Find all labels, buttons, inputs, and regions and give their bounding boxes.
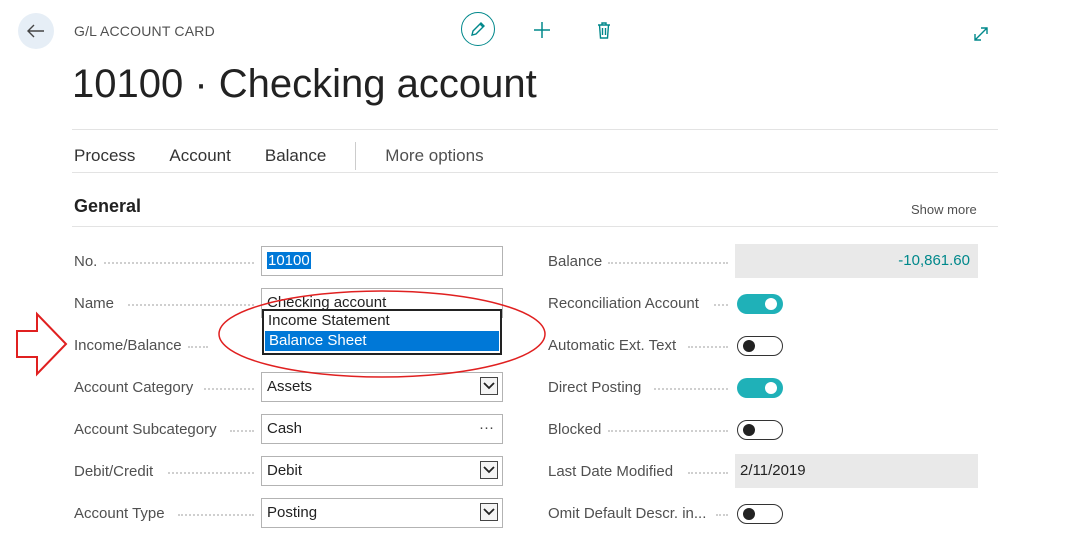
leader-dots — [204, 388, 254, 390]
toggle-knob — [743, 340, 755, 352]
leader-dots — [608, 430, 728, 432]
omit-default-descr-label: Omit Default Descr. in... — [548, 505, 707, 522]
toggle-knob — [765, 382, 777, 394]
lookup-ellipsis-icon[interactable]: ··· — [479, 419, 494, 436]
direct-posting-label: Direct Posting — [548, 379, 642, 396]
reconciliation-account-toggle[interactable] — [737, 294, 783, 314]
leader-dots — [608, 262, 728, 264]
last-date-modified-value: 2/11/2019 — [735, 454, 978, 488]
leader-dots — [230, 430, 254, 432]
plus-icon — [534, 22, 550, 38]
balance-value[interactable]: -10,861.60 — [735, 244, 978, 278]
debit-credit-select[interactable]: Debit — [261, 456, 503, 486]
divider — [72, 129, 998, 130]
balance-label: Balance — [548, 253, 603, 270]
blocked-toggle[interactable] — [737, 420, 783, 440]
account-subcategory-field[interactable]: Cash ··· — [261, 414, 503, 444]
no-label: No. — [74, 253, 98, 270]
leader-dots — [168, 472, 254, 474]
show-more-link[interactable]: Show more — [911, 202, 977, 217]
no-value: 10100 — [267, 252, 311, 269]
leader-dots — [654, 388, 728, 390]
leader-dots — [104, 262, 254, 264]
annotation-arrow-icon — [16, 311, 68, 377]
account-category-label: Account Category — [74, 379, 194, 396]
section-title[interactable]: General — [74, 196, 141, 217]
chevron-down-icon[interactable] — [480, 377, 498, 395]
action-separator — [355, 142, 357, 170]
direct-posting-toggle[interactable] — [737, 378, 783, 398]
automatic-ext-text-label: Automatic Ext. Text — [548, 337, 677, 354]
reconciliation-account-label: Reconciliation Account — [548, 295, 699, 312]
trash-icon — [598, 22, 610, 39]
leader-dots — [128, 304, 254, 306]
name-label: Name — [74, 295, 115, 312]
chevron-down-icon[interactable] — [480, 503, 498, 521]
toggle-knob — [765, 298, 777, 310]
account-type-value: Posting — [267, 504, 318, 521]
leader-dots — [688, 346, 728, 348]
dropdown-option-balance-sheet[interactable]: Balance Sheet — [265, 331, 499, 351]
toggle-knob — [743, 424, 755, 436]
leader-dots — [716, 514, 728, 516]
account-category-value: Assets — [267, 378, 313, 395]
account-type-label: Account Type — [74, 505, 165, 522]
leader-dots — [178, 514, 254, 516]
debit-credit-value: Debit — [267, 462, 303, 479]
new-button[interactable] — [531, 19, 553, 41]
chevron-down-icon[interactable] — [480, 461, 498, 479]
income-balance-label: Income/Balance — [74, 337, 182, 354]
page-title: 10100 · Checking account — [72, 62, 537, 106]
back-arrow-icon — [27, 24, 44, 38]
back-button[interactable] — [18, 13, 54, 49]
account-category-select[interactable]: Assets — [261, 372, 503, 402]
action-more-options[interactable]: More options — [385, 146, 483, 166]
account-subcategory-label: Account Subcategory — [74, 421, 217, 438]
expand-icon — [974, 27, 988, 41]
leader-dots — [688, 472, 728, 474]
edit-button[interactable] — [461, 12, 495, 46]
action-account[interactable]: Account — [169, 146, 230, 166]
card-type-label: G/L ACCOUNT CARD — [74, 23, 215, 39]
income-balance-dropdown[interactable]: Income Statement Balance Sheet — [262, 309, 502, 355]
automatic-ext-text-toggle[interactable] — [737, 336, 783, 356]
leader-dots — [188, 346, 208, 348]
action-balance[interactable]: Balance — [265, 146, 326, 166]
pencil-icon — [471, 22, 485, 36]
blocked-label: Blocked — [548, 421, 602, 438]
dropdown-option-income-statement[interactable]: Income Statement — [264, 311, 500, 331]
omit-default-descr-toggle[interactable] — [737, 504, 783, 524]
expand-button[interactable] — [970, 23, 992, 45]
delete-button[interactable] — [594, 19, 614, 41]
leader-dots — [714, 304, 728, 306]
account-type-select[interactable]: Posting — [261, 498, 503, 528]
toggle-knob — [743, 508, 755, 520]
account-subcategory-value: Cash — [267, 420, 303, 437]
last-date-modified-label: Last Date Modified — [548, 463, 674, 480]
divider — [72, 226, 998, 227]
action-process[interactable]: Process — [74, 146, 135, 166]
divider — [72, 172, 998, 173]
action-bar: Process Account Balance More options — [74, 142, 518, 170]
no-field[interactable]: 10100 — [261, 246, 503, 276]
debit-credit-label: Debit/Credit — [74, 463, 154, 480]
